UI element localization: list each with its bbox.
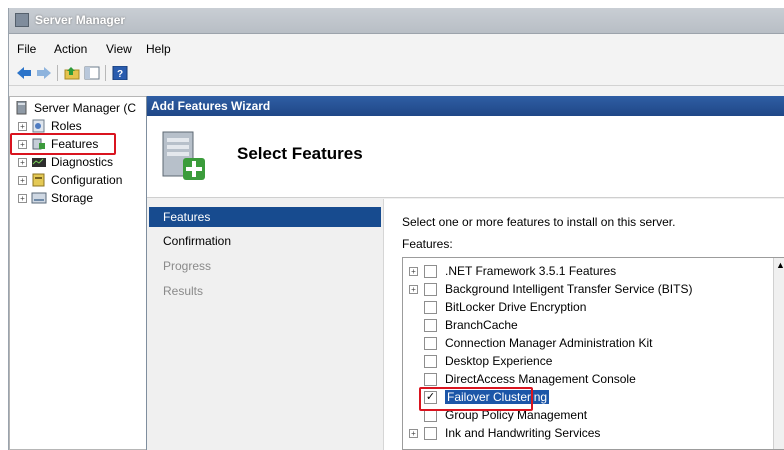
expand-icon[interactable]: +	[409, 284, 418, 294]
tree-item-roles[interactable]: + Roles	[18, 117, 82, 135]
diagnostics-icon	[31, 155, 47, 169]
feature-label: BranchCache	[445, 318, 518, 332]
forward-arrow-icon[interactable]	[35, 64, 53, 82]
tree-item-label: Roles	[51, 119, 82, 133]
features-scrollbar[interactable]: ▲	[773, 258, 784, 449]
roles-icon	[31, 119, 47, 133]
up-folder-icon[interactable]	[63, 64, 81, 82]
title-bar[interactable]: Server Manager	[9, 8, 784, 34]
features-label: Features:	[402, 237, 453, 251]
expand-icon[interactable]: +	[18, 121, 27, 131]
feature-row-bits[interactable]: + Background Intelligent Transfer Servic…	[403, 280, 773, 298]
feature-checkbox[interactable]	[424, 282, 437, 296]
tree-root-server-manager[interactable]: Server Manager (C	[14, 99, 136, 117]
feature-checkbox[interactable]	[424, 336, 437, 350]
feature-checkbox[interactable]	[424, 354, 437, 368]
server-icon	[14, 100, 30, 115]
feature-checkbox[interactable]	[424, 318, 437, 332]
expand-icon[interactable]: +	[18, 157, 27, 167]
tree-item-label: Configuration	[51, 173, 123, 187]
storage-icon	[31, 191, 47, 205]
feature-checkbox[interactable]	[424, 408, 437, 422]
feature-checkbox[interactable]	[424, 426, 437, 440]
toolbar-separator	[57, 65, 58, 81]
tree-item-diagnostics[interactable]: + Diagnostics	[18, 153, 113, 171]
wizard-content: Select one or more features to install o…	[383, 199, 784, 450]
expand-icon[interactable]: +	[18, 139, 27, 149]
feature-label: BitLocker Drive Encryption	[445, 300, 587, 314]
feature-label: Group Policy Management	[445, 408, 588, 422]
feature-row-failover-clustering[interactable]: ✓ Failover Clustering	[403, 388, 773, 406]
features-tree-list: + .NET Framework 3.5.1 Features + Backgr…	[402, 257, 784, 450]
menu-bar: File Action View Help	[9, 38, 784, 60]
wizard-title-bar[interactable]: Add Features Wizard	[147, 96, 784, 116]
step-results: Results	[163, 284, 204, 298]
tree-root-label: Server Manager (C	[34, 101, 137, 115]
feature-row-directaccess[interactable]: DirectAccess Management Console	[403, 370, 773, 388]
expand-icon[interactable]: +	[18, 193, 27, 203]
feature-label: Connection Manager Administration Kit	[445, 336, 653, 350]
feature-row-branchcache[interactable]: BranchCache	[403, 316, 773, 334]
tree-item-label: Features	[51, 137, 99, 151]
step-confirmation[interactable]: Confirmation	[149, 231, 381, 251]
tree-item-storage[interactable]: + Storage	[18, 189, 93, 207]
feature-label: Desktop Experience	[445, 354, 553, 368]
features-icon	[31, 137, 47, 151]
configuration-icon	[31, 173, 47, 187]
server-manager-app-icon	[15, 13, 29, 27]
tree-item-features[interactable]: + Features	[18, 135, 98, 153]
feature-label: Background Intelligent Transfer Service …	[445, 282, 693, 296]
menu-view[interactable]: View	[106, 42, 132, 56]
feature-row-bitlocker[interactable]: BitLocker Drive Encryption	[403, 298, 773, 316]
console-tree: Server Manager (C + Roles + Features + D…	[9, 96, 147, 450]
feature-row-ink-handwriting[interactable]: + Ink and Handwriting Services	[403, 424, 773, 442]
feature-row-net-framework[interactable]: + .NET Framework 3.5.1 Features	[403, 262, 773, 280]
wizard-header: Select Features	[147, 116, 784, 198]
svg-text:?: ?	[117, 69, 123, 80]
window-title: Server Manager	[35, 13, 126, 27]
feature-label: Ink and Handwriting Services	[445, 426, 601, 440]
feature-label: DirectAccess Management Console	[445, 372, 636, 386]
feature-checkbox[interactable]	[424, 372, 437, 386]
tree-item-label: Diagnostics	[51, 155, 114, 169]
tree-item-configuration[interactable]: + Configuration	[18, 171, 122, 189]
expand-icon[interactable]: +	[409, 428, 418, 438]
add-features-icon	[161, 130, 207, 184]
expand-icon[interactable]: +	[18, 175, 27, 185]
menu-help[interactable]: Help	[146, 42, 171, 56]
expand-icon[interactable]: +	[409, 266, 418, 276]
scroll-up-arrow-icon[interactable]: ▲	[776, 260, 784, 270]
back-arrow-icon[interactable]	[15, 64, 33, 82]
feature-label: .NET Framework 3.5.1 Features	[445, 264, 617, 278]
menu-file[interactable]: File	[17, 42, 36, 56]
feature-checkbox[interactable]	[424, 300, 437, 314]
toolbar-separator	[105, 65, 106, 81]
help-icon[interactable]: ?	[111, 64, 129, 82]
show-hide-console-tree-icon[interactable]	[83, 64, 101, 82]
menu-action[interactable]: Action	[54, 42, 87, 56]
step-progress: Progress	[163, 259, 212, 273]
instruction-text: Select one or more features to install o…	[402, 215, 676, 229]
feature-checkbox[interactable]	[424, 264, 437, 278]
toolbar: ?	[9, 60, 784, 86]
feature-checkbox-checked[interactable]: ✓	[424, 390, 437, 404]
add-features-wizard: Add Features Wizard Select Features Feat…	[146, 96, 784, 450]
feature-row-group-policy[interactable]: Group Policy Management	[403, 406, 773, 424]
wizard-heading: Select Features	[237, 144, 363, 163]
feature-row-desktop-experience[interactable]: Desktop Experience	[403, 352, 773, 370]
feature-label: Failover Clustering	[445, 390, 550, 404]
step-features[interactable]: Features	[149, 207, 381, 227]
feature-row-connection-manager[interactable]: Connection Manager Administration Kit	[403, 334, 773, 352]
tree-item-label: Storage	[51, 191, 94, 205]
wizard-steps: Features Confirmation Progress Results	[147, 199, 383, 450]
